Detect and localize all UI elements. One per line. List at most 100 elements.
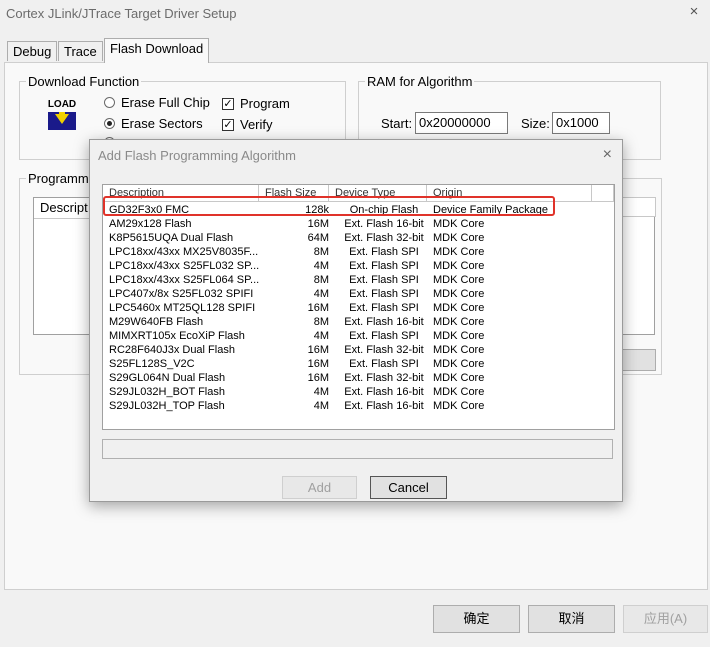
- device-type-cell: Ext. Flash SPI: [349, 330, 419, 342]
- description-cell: S29JL032H_BOT Flash: [109, 386, 225, 398]
- flash-size-cell: 16M: [307, 302, 329, 314]
- verify-label: Verify: [240, 117, 273, 132]
- device-type-cell: Ext. Flash SPI: [349, 246, 419, 258]
- description-cell: LPC5460x MT25QL128 SPIFI: [109, 302, 256, 314]
- programming-header-end: [622, 197, 656, 217]
- window-title: Cortex JLink/JTrace Target Driver Setup: [6, 6, 237, 21]
- flash-size-cell: 4M: [313, 288, 329, 300]
- size-label: Size:: [521, 116, 550, 131]
- verify-checkbox[interactable]: ✓: [222, 119, 234, 131]
- dialog-status-bar: [102, 439, 613, 459]
- origin-cell: MDK Core: [433, 330, 485, 342]
- dialog-cancel-button[interactable]: Cancel: [370, 476, 447, 499]
- dialog-close-icon[interactable]: ×: [603, 146, 612, 164]
- list-item[interactable]: K8P5615UQA Dual Flash 64M Ext. Flash 32-bi…: [103, 231, 614, 245]
- flash-size-cell: 64M: [307, 232, 329, 244]
- erase-full-chip-label: Erase Full Chip: [121, 95, 210, 110]
- device-type-cell: Ext. Flash SPI: [349, 260, 419, 272]
- description-cell: LPC18xx/43xx S25FL064 SP...: [109, 274, 259, 286]
- list-item[interactable]: S29JL032H_BOT Flash 4M Ext. Flash 16-bit MD…: [103, 385, 614, 399]
- size-input[interactable]: 0x1000: [552, 112, 610, 134]
- column-header-filler: [592, 185, 614, 202]
- program-label: Program: [240, 96, 290, 111]
- device-type-cell: Ext. Flash 16-bit: [344, 400, 424, 412]
- algorithm-list[interactable]: Description Flash Size Device Type Origi…: [102, 184, 615, 430]
- list-item[interactable]: M29W640FB Flash 8M Ext. Flash 16-bit MDK Co…: [103, 315, 614, 329]
- tab-flash-download[interactable]: Flash Download: [104, 38, 210, 63]
- description-cell: RC28F640J3x Dual Flash: [109, 344, 235, 356]
- download-function-label: Download Function: [26, 74, 142, 89]
- device-type-cell: Ext. Flash SPI: [349, 302, 419, 314]
- description-cell: S25FL128S_V2C: [109, 358, 195, 370]
- device-type-cell: Ext. Flash SPI: [349, 358, 419, 370]
- close-icon[interactable]: ×: [686, 4, 702, 20]
- erase-sectors-label: Erase Sectors: [121, 116, 203, 131]
- origin-cell: MDK Core: [433, 400, 485, 412]
- list-item[interactable]: LPC18xx/43xx S25FL064 SP... 8M Ext. Flash …: [103, 273, 614, 287]
- list-item[interactable]: S25FL128S_V2C 16M Ext. Flash SPI MDK Core: [103, 357, 614, 371]
- program-checkbox[interactable]: ✓: [222, 98, 234, 110]
- origin-cell: MDK Core: [433, 316, 485, 328]
- origin-cell: MDK Core: [433, 260, 485, 272]
- flash-size-cell: 4M: [313, 386, 329, 398]
- dialog-title: Add Flash Programming Algorithm: [98, 148, 296, 163]
- ram-label: RAM for Algorithm: [365, 74, 475, 89]
- erase-sectors-radio[interactable]: [104, 118, 115, 129]
- flash-size-cell: 8M: [313, 246, 329, 258]
- device-type-cell: Ext. Flash 32-bit: [344, 372, 424, 384]
- list-item[interactable]: RC28F640J3x Dual Flash 16M Ext. Flash 32-b…: [103, 343, 614, 357]
- device-type-cell: Ext. Flash 32-bit: [344, 344, 424, 356]
- flash-size-cell: 8M: [313, 274, 329, 286]
- highlight-box: [103, 196, 555, 216]
- programming-algorithm-label: Programm: [26, 171, 91, 186]
- ok-button[interactable]: 确定: [433, 605, 520, 633]
- origin-cell: MDK Core: [433, 358, 485, 370]
- flash-size-cell: 4M: [313, 260, 329, 272]
- flash-size-cell: 4M: [313, 330, 329, 342]
- start-input[interactable]: 0x20000000: [415, 112, 508, 134]
- flash-size-cell: 16M: [307, 218, 329, 230]
- list-item[interactable]: LPC18xx/43xx MX25V8035F... 8M Ext. Flash S…: [103, 245, 614, 259]
- tab-debug[interactable]: Debug: [7, 41, 58, 61]
- origin-cell: MDK Core: [433, 386, 485, 398]
- origin-cell: MDK Core: [433, 372, 485, 384]
- apply-button[interactable]: 应用(A): [623, 605, 708, 633]
- flash-size-cell: 16M: [307, 344, 329, 356]
- list-item[interactable]: AM29x128 Flash 16M Ext. Flash 16-bit MDK Co…: [103, 217, 614, 231]
- description-cell: MIMXRT105x EcoXiP Flash: [109, 330, 245, 342]
- flash-size-cell: 16M: [307, 372, 329, 384]
- origin-cell: MDK Core: [433, 246, 485, 258]
- description-cell: LPC18xx/43xx S25FL032 SP...: [109, 260, 259, 272]
- list-item[interactable]: S29JL032H_TOP Flash 4M Ext. Flash 16-bit MD…: [103, 399, 614, 413]
- device-type-cell: Ext. Flash 16-bit: [344, 316, 424, 328]
- list-item[interactable]: LPC18xx/43xx S25FL032 SP... 4M Ext. Flash …: [103, 259, 614, 273]
- origin-cell: MDK Core: [433, 232, 485, 244]
- list-item[interactable]: LPC5460x MT25QL128 SPIFI 16M Ext. Flash SP…: [103, 301, 614, 315]
- add-button[interactable]: Add: [282, 476, 357, 499]
- list-item[interactable]: LPC407x/8x S25FL032 SPIFI 4M Ext. Flash SP…: [103, 287, 614, 301]
- description-cell: K8P5615UQA Dual Flash: [109, 232, 234, 244]
- description-cell: S29JL032H_TOP Flash: [109, 400, 225, 412]
- list-item[interactable]: S29GL064N Dual Flash 16M Ext. Flash 32-bit…: [103, 371, 614, 385]
- cancel-button[interactable]: 取消: [528, 605, 615, 633]
- programming-side-button[interactable]: [622, 349, 656, 371]
- device-type-cell: Ext. Flash 32-bit: [344, 232, 424, 244]
- origin-cell: MDK Core: [433, 302, 485, 314]
- origin-cell: MDK Core: [433, 344, 485, 356]
- start-label: Start:: [381, 116, 413, 131]
- origin-cell: MDK Core: [433, 288, 485, 300]
- device-type-cell: Ext. Flash SPI: [349, 288, 419, 300]
- description-cell: LPC18xx/43xx MX25V8035F...: [109, 246, 259, 258]
- description-cell: S29GL064N Dual Flash: [109, 372, 226, 384]
- list-item[interactable]: MIMXRT105x EcoXiP Flash 4M Ext. Flash SPI M…: [103, 329, 614, 343]
- description-cell: M29W640FB Flash: [109, 316, 204, 328]
- origin-cell: MDK Core: [433, 274, 485, 286]
- erase-full-chip-radio[interactable]: [104, 97, 115, 108]
- flash-size-cell: 8M: [313, 316, 329, 328]
- flash-size-cell: 16M: [307, 358, 329, 370]
- tab-trace[interactable]: Trace: [58, 41, 103, 61]
- flash-size-cell: 4M: [313, 400, 329, 412]
- description-cell: LPC407x/8x S25FL032 SPIFI: [109, 288, 254, 300]
- load-icon: LOAD: [45, 100, 79, 132]
- device-type-cell: Ext. Flash 16-bit: [344, 386, 424, 398]
